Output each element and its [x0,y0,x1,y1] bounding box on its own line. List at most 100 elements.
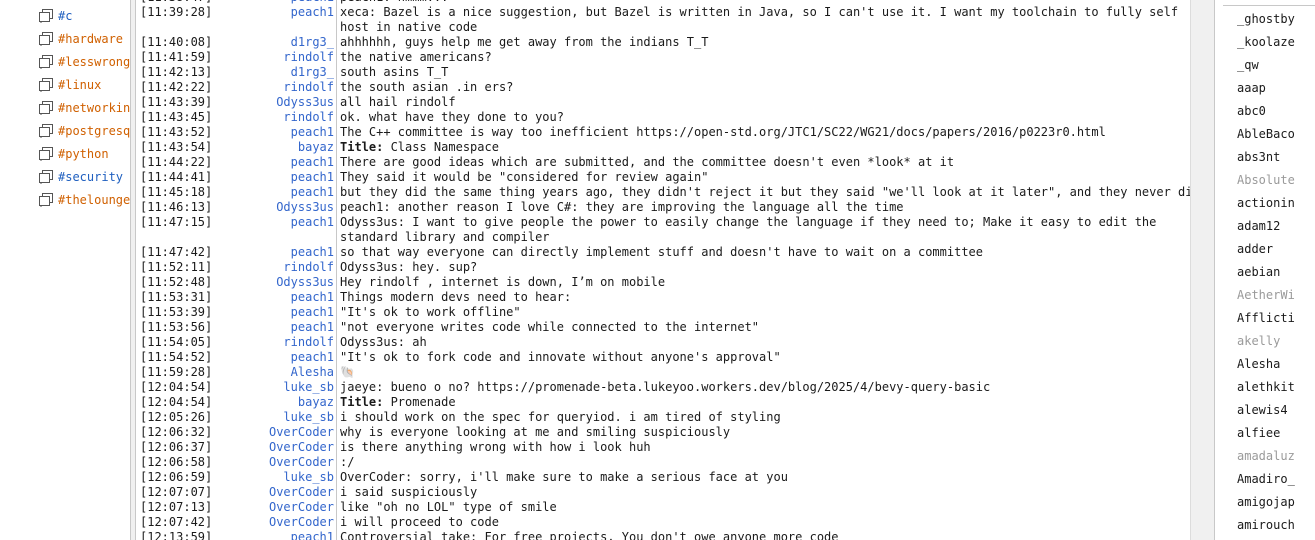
user-list-item[interactable]: amadaluz [1237,448,1315,464]
channel-item[interactable]: #security [38,167,130,187]
user-list-item[interactable]: alethkit [1237,379,1315,395]
message-timestamp: [12:07:42] [140,515,213,529]
user-list-item[interactable]: actionin [1237,195,1315,211]
message-nick[interactable]: rindolf [210,260,334,275]
user-list-item[interactable]: Amadiro_ [1237,471,1315,487]
chat-message-row: [12:04:54] bayaz Title: Promenade [136,395,1190,410]
user-list-item[interactable]: Afflicti [1237,310,1315,326]
message-nick[interactable]: peach1 [210,170,334,185]
user-list-item[interactable]: _ghostby [1237,11,1315,27]
message-nick[interactable]: rindolf [210,50,334,65]
user-list-item[interactable]: amirouch [1237,517,1315,533]
channel-name: #python [58,147,109,161]
message-nick[interactable]: peach1 [210,530,334,540]
message-nick[interactable]: peach1 [210,155,334,170]
user-list-item[interactable]: adder [1237,241,1315,257]
user-list-item[interactable]: AetherWi [1237,287,1315,303]
message-nick[interactable]: luke_sb [210,410,334,425]
message-nick[interactable]: peach1 [210,245,334,260]
message-nick[interactable]: luke_sb [210,380,334,395]
message-nick[interactable]: bayaz [210,140,334,155]
user-list-item[interactable]: aaap [1237,80,1315,96]
message-timestamp: [11:41:59] [140,50,213,64]
user-list-item[interactable]: abs3nt [1237,149,1315,165]
chat-message-row: host in native code [136,20,1190,35]
message-nick[interactable]: peach1 [210,290,334,305]
message-text: Things modern devs need to hear: [340,290,572,304]
channel-item[interactable]: #thelounge [38,190,130,210]
chat-message-row: [12:06:58] OverCoder:/ [136,455,1190,470]
message-timestamp: [12:13:59] [140,530,213,540]
user-list-item[interactable]: abc0 [1237,103,1315,119]
message-nick[interactable]: rindolf [210,80,334,95]
user-list-item[interactable]: alfiee [1237,425,1315,441]
user-list-item[interactable]: _koolaze [1237,34,1315,50]
user-list-item[interactable]: Absolute [1237,172,1315,188]
message-timestamp: [12:07:13] [140,500,213,514]
user-list-item[interactable]: aebian [1237,264,1315,280]
message-nick[interactable]: peach1 [210,5,334,20]
user-list-item[interactable]: amigojap [1237,494,1315,510]
user-list-item[interactable]: Alesha [1237,356,1315,372]
message-nick[interactable]: peach1 [210,320,334,335]
user-list-item[interactable]: adam12 [1237,218,1315,234]
message-text: "It's ok to fork code and innovate witho… [340,350,781,364]
message-nick[interactable]: peach1 [210,305,334,320]
user-list-item[interactable]: _qw [1237,57,1315,73]
message-nick[interactable]: Odyss3us [210,275,334,290]
channel-item[interactable]: #hardware [38,29,130,49]
message-nick[interactable]: peach1 [210,350,334,365]
message-nick[interactable]: peach1 [210,185,334,200]
message-nick[interactable]: luke_sb [210,470,334,485]
user-list-item[interactable]: akelly [1237,333,1315,349]
message-nick[interactable]: peach1 [210,125,334,140]
user-list-item[interactable]: AbleBaco [1237,126,1315,142]
message-nick[interactable]: Odyss3us [210,95,334,110]
message-nick[interactable]: OverCoder [210,500,334,515]
message-nick[interactable]: OverCoder [210,425,334,440]
message-nick[interactable]: Alesha [210,365,334,380]
channel-name: #networking [58,101,130,115]
chat-message-row: [12:07:13] OverCoder like "oh no LOL" type… [136,500,1190,515]
message-timestamp: [11:53:39] [140,305,213,319]
channel-item[interactable]: #c [38,6,130,26]
message-timestamp: [12:06:32] [140,425,213,439]
message-text: There are good ideas which are submitted… [340,155,955,169]
message-nick[interactable]: peach1 [210,215,334,230]
channel-item[interactable]: #postgresql [38,121,130,141]
message-nick[interactable]: rindolf [210,335,334,350]
message-text: all hail rindolf [340,95,456,109]
channel-name: #lesswrong [58,55,130,69]
user-list-header-divider [1223,0,1315,6]
message-text: ok. what have they done to you? [340,110,564,124]
message-timestamp: [11:39:28] [140,5,213,19]
message-nick[interactable]: rindolf [210,110,334,125]
message-nick[interactable]: Odyss3us [210,200,334,215]
chat-scrollbar[interactable] [1190,0,1212,540]
message-text: :/ [340,455,355,469]
chat-message-row: [11:52:48] Odyss3us Hey rindolf , internet… [136,275,1190,290]
message-text: OverCoder: sorry, i'll make sure to make… [340,470,788,484]
message-text: Title: Promenade [340,395,456,409]
channel-icon [38,100,54,116]
channel-list: #c #hardware #lesswrong #linux #networking #p… [0,0,130,540]
user-list-item[interactable]: alewis4 [1237,402,1315,418]
message-timestamp: [11:45:18] [140,185,213,199]
message-nick[interactable]: OverCoder [210,515,334,530]
chat-message-row: [11:53:56] peach1 "not everyone writes cod… [136,320,1190,335]
message-nick[interactable]: bayaz [210,395,334,410]
message-text: ahhhhhh, guys help me get away from the … [340,35,709,49]
chat-log: [11:38:47]peach1peach1: hmmm...[11:39:28… [136,0,1190,540]
channel-item[interactable]: #networking [38,98,130,118]
channel-item[interactable]: #linux [38,75,130,95]
channel-item[interactable]: #lesswrong [38,52,130,72]
channel-item[interactable]: #python [38,144,130,164]
chat-message-row: [11:44:22] peach1 There are good ideas whi… [136,155,1190,170]
message-nick[interactable]: d1rg3_ [210,65,334,80]
channel-icon [38,169,54,185]
message-nick[interactable]: OverCoder [210,455,334,470]
message-timestamp: [11:43:39] [140,95,213,109]
message-nick[interactable]: OverCoder [210,440,334,455]
message-nick[interactable]: OverCoder [210,485,334,500]
message-nick[interactable]: d1rg3_ [210,35,334,50]
